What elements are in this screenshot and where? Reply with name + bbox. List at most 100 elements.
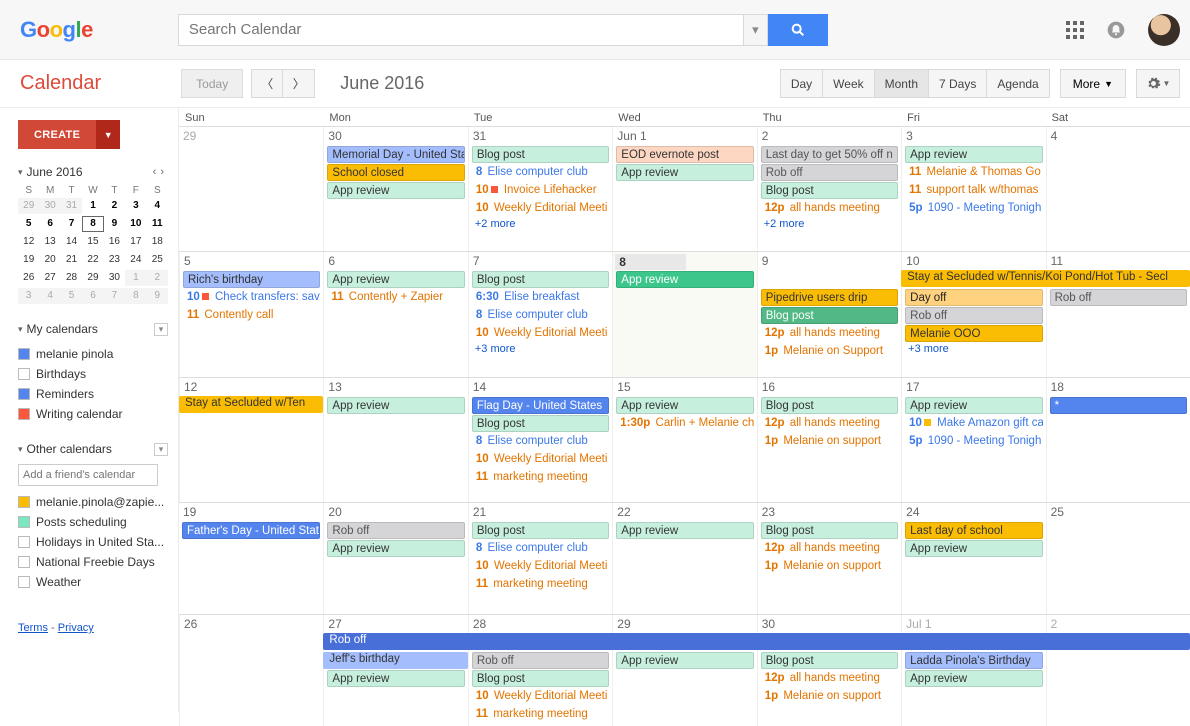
day-cell[interactable]: 13App review: [323, 378, 467, 502]
event[interactable]: Day off: [905, 289, 1042, 306]
day-cell[interactable]: 17App review10 Make Amazon gift ca5p 109…: [901, 378, 1045, 502]
event[interactable]: 12p all hands meeting: [761, 540, 898, 557]
event[interactable]: App review: [616, 652, 753, 669]
mini-calendar[interactable]: 2930311234567891011121314151617181920212…: [18, 198, 168, 304]
terms-link[interactable]: Terms: [18, 622, 48, 634]
event[interactable]: Blog post: [472, 146, 609, 163]
event[interactable]: 1p Melanie on support: [761, 688, 898, 705]
day-cell[interactable]: 22App review: [612, 503, 756, 614]
event[interactable]: 11 Contently + Zapier: [327, 289, 464, 306]
view-day[interactable]: Day: [780, 69, 823, 98]
event[interactable]: EOD evernote post: [616, 146, 753, 163]
event[interactable]: 11 Melanie & Thomas Go: [905, 164, 1042, 181]
mini-day[interactable]: 19: [18, 252, 39, 268]
mini-day[interactable]: 10: [125, 216, 146, 232]
event[interactable]: App review: [905, 670, 1042, 687]
event[interactable]: 8 Elise computer club: [472, 307, 609, 324]
calendar-swatch[interactable]: [18, 348, 30, 360]
event[interactable]: 8 Elise computer club: [472, 540, 609, 557]
event-span[interactable]: Stay at Secluded w/Ten: [179, 396, 323, 413]
event[interactable]: 10 Weekly Editorial Meeti: [472, 688, 609, 705]
apps-icon[interactable]: [1066, 21, 1084, 39]
google-logo[interactable]: Google: [20, 17, 93, 43]
day-cell[interactable]: Jun 1EOD evernote postApp review: [612, 127, 756, 251]
day-cell[interactable]: 2Last day to get 50% off nRob offBlog po…: [757, 127, 901, 251]
mini-day[interactable]: 3: [18, 288, 39, 304]
view-month[interactable]: Month: [875, 69, 929, 98]
more-events[interactable]: +2 more: [760, 218, 899, 230]
day-cell[interactable]: 30Blog post12p all hands meeting1p Melan…: [757, 615, 901, 726]
mini-day[interactable]: 4: [39, 288, 60, 304]
event[interactable]: App review: [327, 670, 464, 687]
prev-period-button[interactable]: 〈: [251, 69, 283, 98]
more-events[interactable]: +2 more: [471, 218, 610, 230]
event[interactable]: 10 Invoice Lifehacker: [472, 182, 609, 199]
event-span[interactable]: Rob off: [323, 633, 1190, 650]
settings-button[interactable]: ▼: [1136, 69, 1180, 98]
mini-day[interactable]: 8: [82, 216, 103, 232]
calendar-item[interactable]: Holidays in United Sta...: [18, 532, 168, 552]
event[interactable]: 12p all hands meeting: [761, 200, 898, 217]
calendar-grid[interactable]: 2930Memorial Day - United StaSchool clos…: [179, 126, 1190, 726]
calendar-item[interactable]: Reminders: [18, 384, 168, 404]
calendar-swatch[interactable]: [18, 496, 30, 508]
mini-day[interactable]: 29: [18, 198, 39, 214]
event[interactable]: 11 Contently call: [183, 307, 320, 324]
mini-day[interactable]: 12: [18, 234, 39, 250]
add-friend-input[interactable]: [18, 464, 158, 486]
event-span[interactable]: Stay at Secluded w/Tennis/Koi Pond/Hot T…: [901, 270, 1190, 287]
mini-day[interactable]: 7: [61, 216, 82, 232]
mini-day[interactable]: 23: [104, 252, 125, 268]
event[interactable]: Father's Day - United State: [182, 522, 320, 539]
day-cell[interactable]: 29App review: [612, 615, 756, 726]
event[interactable]: Melanie OOO: [905, 325, 1042, 342]
mycal-collapse-icon[interactable]: ▾: [18, 324, 23, 335]
mini-day[interactable]: 2: [147, 270, 168, 286]
search-dropdown[interactable]: ▾: [744, 14, 768, 46]
event[interactable]: 11 marketing meeting: [472, 706, 609, 723]
day-cell[interactable]: 23Blog post12p all hands meeting1p Melan…: [757, 503, 901, 614]
calendar-item[interactable]: National Freebie Days: [18, 552, 168, 572]
event[interactable]: 8 Elise computer club: [472, 164, 609, 181]
day-cell[interactable]: 27App review: [323, 615, 467, 726]
today-button[interactable]: Today: [181, 69, 243, 98]
mini-collapse-icon[interactable]: ▾: [18, 167, 23, 178]
event-span[interactable]: Jeff's birthday: [323, 652, 467, 669]
more-events[interactable]: +3 more: [904, 343, 1043, 355]
mini-day[interactable]: 13: [39, 234, 60, 250]
event[interactable]: Blog post: [761, 182, 898, 199]
day-cell[interactable]: 29: [179, 127, 323, 251]
day-cell[interactable]: 28Rob offBlog post10 Weekly Editorial Me…: [468, 615, 612, 726]
mini-day[interactable]: 6: [39, 216, 60, 232]
day-cell[interactable]: 16Blog post12p all hands meeting1p Melan…: [757, 378, 901, 502]
event[interactable]: 11 marketing meeting: [472, 469, 609, 486]
mini-day[interactable]: 4: [147, 198, 168, 214]
event[interactable]: Rob off: [327, 522, 464, 539]
mycal-menu[interactable]: ▾: [154, 323, 168, 336]
day-cell[interactable]: 14Flag Day - United StatesBlog post8 Eli…: [468, 378, 612, 502]
event[interactable]: 1:30p Carlin + Melanie ch: [616, 415, 753, 432]
event[interactable]: 12p all hands meeting: [761, 670, 898, 687]
day-cell[interactable]: 6App review11 Contently + Zapier: [323, 252, 467, 376]
calendar-item[interactable]: Birthdays: [18, 364, 168, 384]
mini-day[interactable]: 9: [104, 216, 125, 232]
event[interactable]: Blog post: [472, 670, 609, 687]
mini-day[interactable]: 17: [125, 234, 146, 250]
event[interactable]: App review: [327, 182, 464, 199]
day-cell[interactable]: 7Blog post6:30 Elise breakfast8 Elise co…: [468, 252, 612, 376]
event[interactable]: Pipedrive users drip: [761, 289, 898, 306]
mini-day[interactable]: 2: [104, 198, 125, 214]
event[interactable]: 10 Weekly Editorial Meeti: [472, 325, 609, 342]
event[interactable]: 11 support talk w/thomas: [905, 182, 1042, 199]
mini-day[interactable]: 8: [125, 288, 146, 304]
day-cell[interactable]: 24Last day of schoolApp review: [901, 503, 1045, 614]
event[interactable]: Last day to get 50% off n: [761, 146, 898, 163]
view-week[interactable]: Week: [823, 69, 874, 98]
event[interactable]: App review: [616, 397, 753, 414]
event[interactable]: 5p 1090 - Meeting Tonigh: [905, 433, 1042, 450]
event[interactable]: Blog post: [472, 271, 609, 288]
day-cell[interactable]: Jul 1Ladda Pinola's BirthdayApp review: [901, 615, 1045, 726]
event[interactable]: 10 Check transfers: sav: [183, 289, 320, 306]
day-cell[interactable]: 21Blog post8 Elise computer club10 Weekl…: [468, 503, 612, 614]
mini-day[interactable]: 26: [18, 270, 39, 286]
